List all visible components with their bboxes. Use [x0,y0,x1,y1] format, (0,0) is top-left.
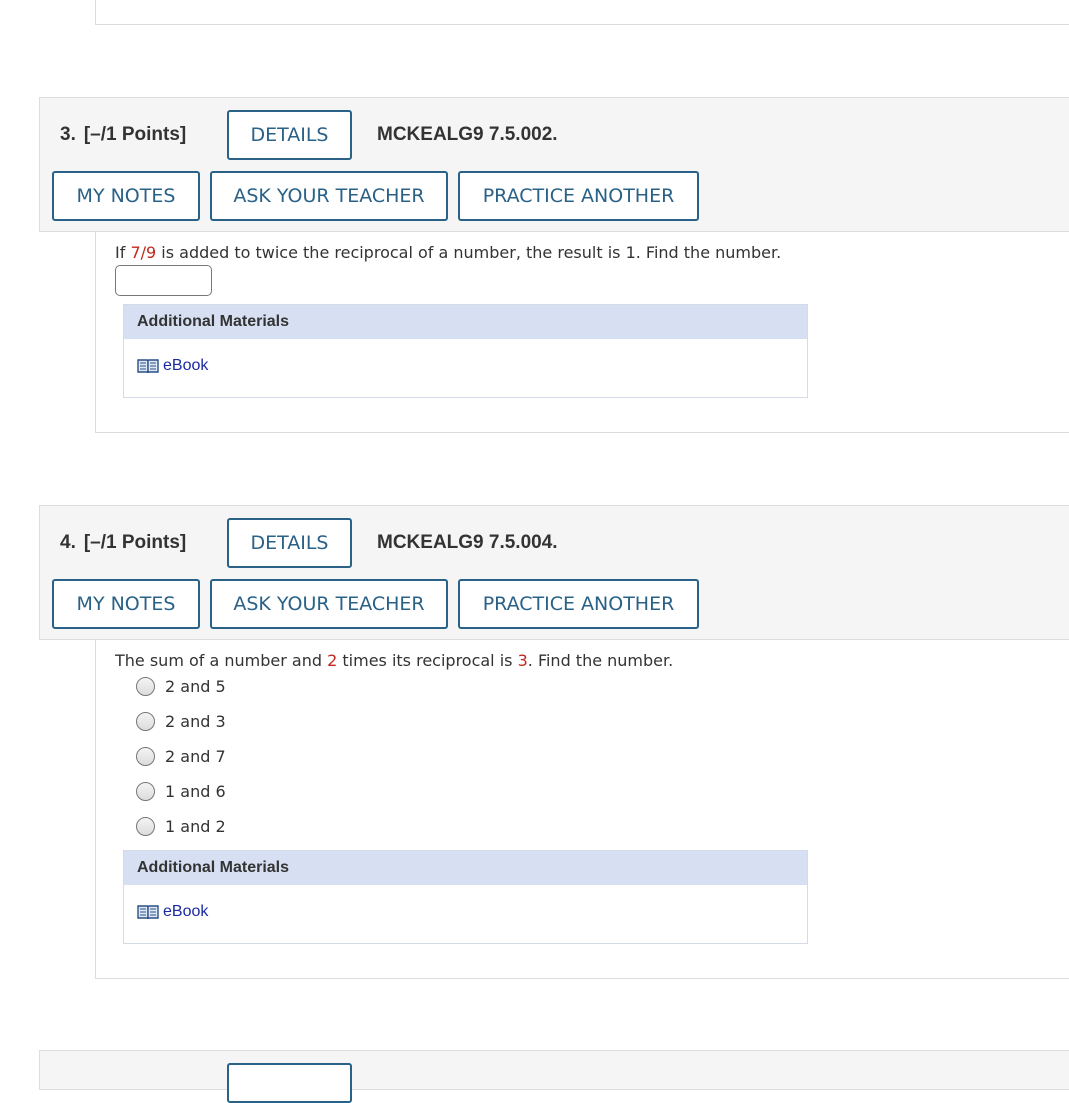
radio-button[interactable] [136,711,155,731]
question-prompt: The sum of a number and 2 times its reci… [115,651,673,670]
prompt-text: The sum of a number and [115,651,328,670]
choice-option[interactable]: 2 and 3 [136,710,226,732]
additional-materials: Additional Materials eBook [123,850,808,944]
practice-another-button[interactable]: PRACTICE ANOTHER [458,171,699,221]
details-button[interactable] [227,1063,352,1103]
choice-label: 1 and 2 [165,816,226,836]
question-points: [–/1 Points] [83,532,187,553]
ebook-link[interactable]: eBook [137,903,208,921]
ebook-link[interactable]: eBook [137,357,208,375]
radio-button[interactable] [136,746,155,766]
question-4-body: The sum of a number and 2 times its reci… [95,640,1069,979]
prompt-text: times its reciprocal is [337,651,518,670]
my-notes-button[interactable]: MY NOTES [52,171,200,221]
previous-question-body-tail [95,0,1069,25]
question-prompt: If 7/9 is added to twice the reciprocal … [115,243,781,262]
question-code: MCKEALG9 7.5.004. [377,532,558,553]
additional-materials-header: Additional Materials [124,851,807,885]
choice-option[interactable]: 1 and 6 [136,780,226,802]
question-3-body: If 7/9 is added to twice the reciprocal … [95,232,1069,433]
details-button[interactable]: DETAILS [227,518,352,568]
question-number: 3. [60,124,76,145]
choice-option[interactable]: 1 and 2 [136,815,226,837]
question-number: 4. [60,532,76,553]
book-icon [137,359,159,374]
choice-label: 2 and 3 [165,711,226,731]
radio-button[interactable] [136,781,155,801]
prompt-text: . Find the number. [527,651,674,670]
choice-option[interactable]: 2 and 5 [136,675,226,697]
question-5-header [39,1050,1069,1103]
ask-your-teacher-button[interactable]: ASK YOUR TEACHER [210,579,448,629]
prompt-value: 7/9 [130,243,157,262]
prompt-text: is added to twice the reciprocal of a nu… [156,243,782,262]
answer-input[interactable] [115,265,212,296]
choice-label: 2 and 7 [165,746,226,766]
ebook-label: eBook [163,903,209,920]
choice-label: 1 and 6 [165,781,226,801]
book-icon [137,905,159,920]
question-4-number: 4. [–/1 Points] [60,532,186,554]
practice-another-button[interactable]: PRACTICE ANOTHER [458,579,699,629]
choice-option[interactable]: 2 and 7 [136,745,226,767]
question-4-header: 4. [–/1 Points] DETAILS MCKEALG9 7.5.004.… [39,505,1069,640]
radio-button[interactable] [136,816,155,836]
additional-materials-header: Additional Materials [124,305,807,339]
question-3-number: 3. [–/1 Points] [60,124,186,146]
ebook-label: eBook [163,357,209,374]
additional-materials: Additional Materials eBook [123,304,808,398]
prompt-value: 2 [327,651,338,670]
ask-your-teacher-button[interactable]: ASK YOUR TEACHER [210,171,448,221]
question-points: [–/1 Points] [83,124,187,145]
prompt-text: If [115,243,131,262]
prompt-value: 3 [517,651,528,670]
radio-button[interactable] [136,676,155,696]
question-code: MCKEALG9 7.5.002. [377,124,558,145]
my-notes-button[interactable]: MY NOTES [52,579,200,629]
question-3-header: 3. [–/1 Points] DETAILS MCKEALG9 7.5.002.… [39,97,1069,232]
details-button[interactable]: DETAILS [227,110,352,160]
choice-label: 2 and 5 [165,676,226,696]
